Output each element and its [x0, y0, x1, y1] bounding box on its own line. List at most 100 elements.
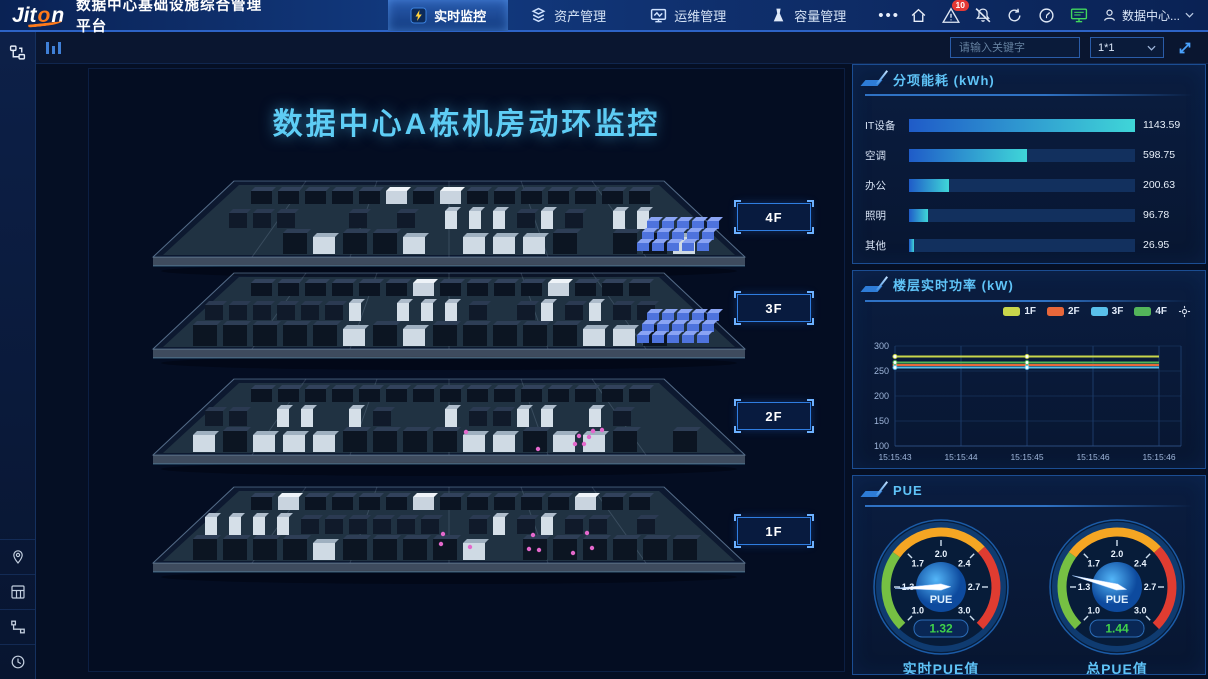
main-nav: 实时监控 资产管理 运维管理 容量管理 •••: [388, 0, 910, 31]
svg-text:15:15:44: 15:15:44: [944, 452, 977, 462]
bar-label: IT设备: [865, 118, 907, 133]
tab-label: 资产管理: [554, 6, 606, 25]
chart-toolbox-icon[interactable]: [1178, 305, 1191, 318]
alarm-badge: 10: [952, 0, 969, 11]
tab-ops-mgmt[interactable]: 运维管理: [628, 0, 748, 31]
refresh-icon[interactable]: [1006, 6, 1024, 24]
alarm-icon[interactable]: 10: [942, 6, 960, 24]
svg-text:1.0: 1.0: [911, 606, 924, 616]
tab-asset-mgmt[interactable]: 资产管理: [508, 0, 628, 31]
gauge-dial: 1.0 1.3 1.7 2.0 2.4 2.7 3.0 PUE 1.44: [1042, 511, 1192, 661]
tab-realtime-monitor[interactable]: 实时监控: [388, 0, 508, 31]
brand-logo: Jiton: [12, 5, 62, 26]
svg-text:250: 250: [874, 366, 889, 376]
columns-icon[interactable]: [46, 42, 61, 54]
left-rail: [0, 32, 36, 679]
energy-bar-row: 照明 96.78: [865, 200, 1193, 230]
svg-text:2.0: 2.0: [1111, 549, 1124, 559]
history-icon[interactable]: [0, 644, 35, 679]
layers-icon: [530, 7, 547, 24]
bar-label: 空调: [865, 148, 907, 163]
panel-rule: [865, 300, 1193, 302]
bell-muted-icon[interactable]: [974, 6, 992, 24]
floor-3d-1f: [139, 475, 759, 587]
bar-fill: [909, 119, 1135, 132]
legend-item-3f[interactable]: 3F: [1091, 306, 1124, 317]
svg-text:15:15:46: 15:15:46: [1076, 452, 1109, 462]
floor-3d-2f: [139, 367, 759, 479]
bar-fill: [909, 209, 928, 222]
svg-text:15:15:45: 15:15:45: [1010, 452, 1043, 462]
user-menu[interactable]: 数据中心...: [1102, 7, 1194, 24]
energy-bar-row: IT设备 1143.59: [865, 110, 1193, 140]
legend-swatch: [1134, 307, 1151, 316]
tab-more[interactable]: •••: [868, 7, 910, 24]
bar-label: 办公: [865, 178, 907, 193]
gauge-caption: 总PUE值: [1086, 659, 1148, 675]
app-title: 数据中心基础设施综合管理平台: [76, 0, 268, 36]
svg-text:1.0: 1.0: [1087, 606, 1100, 616]
svg-text:2.0: 2.0: [935, 549, 948, 559]
legend-label: 4F: [1155, 306, 1167, 317]
grid-icon[interactable]: [0, 574, 35, 609]
svg-text:2.7: 2.7: [968, 582, 981, 592]
ops-monitor-icon: [650, 7, 667, 24]
floor-button-1f[interactable]: 1F: [737, 517, 811, 545]
search-input[interactable]: [950, 37, 1080, 58]
svg-text:100: 100: [874, 441, 889, 451]
energy-bar-row: 其他 26.95: [865, 230, 1193, 260]
bar-value: 598.75: [1143, 149, 1193, 161]
bar-value: 96.78: [1143, 209, 1193, 221]
svg-text:200: 200: [874, 391, 889, 401]
bar-fill: [909, 179, 949, 192]
layout-select-value: 1*1: [1098, 42, 1115, 54]
bar-fill: [909, 149, 1027, 162]
chart-legend: 1F 2F 3F 4F: [1003, 305, 1191, 318]
panel-pue: PUE 1.0 1.3 1.7 2.0 2.4 2.7 3.0 PUE 1.32: [852, 475, 1206, 675]
panel-slash-icon: [876, 482, 888, 497]
pue-gauge: 1.0 1.3 1.7 2.0 2.4 2.7 3.0 PUE 1.32 实时P…: [866, 511, 1016, 675]
bar-value: 200.63: [1143, 179, 1193, 191]
legend-item-2f[interactable]: 2F: [1047, 306, 1080, 317]
bar-label: 其他: [865, 238, 907, 253]
panel-pue-header: PUE: [853, 476, 1205, 504]
tree-icon[interactable]: [9, 44, 26, 61]
flask-icon: [770, 7, 787, 24]
bar-track: [909, 209, 1135, 222]
floor-button-4f[interactable]: 4F: [737, 203, 811, 231]
app-header: Jiton 数据中心基础设施综合管理平台 实时监控 资产管理 运维管理 容量管理…: [0, 0, 1208, 32]
svg-text:1.44: 1.44: [1105, 622, 1129, 636]
flow-icon[interactable]: [0, 609, 35, 644]
legend-swatch: [1003, 307, 1020, 316]
fullscreen-icon[interactable]: [1174, 37, 1196, 59]
location-icon[interactable]: [0, 539, 35, 574]
svg-text:3.0: 3.0: [1134, 606, 1147, 616]
tab-label: 运维管理: [674, 6, 726, 25]
legend-item-4f[interactable]: 4F: [1134, 306, 1167, 317]
legend-item-1f[interactable]: 1F: [1003, 306, 1036, 317]
floor-button-3f[interactable]: 3F: [737, 294, 811, 322]
panel-slash-icon: [876, 70, 888, 85]
svg-text:PUE: PUE: [930, 594, 953, 606]
bar-value: 1143.59: [1143, 119, 1193, 131]
building-3d-view: 数据中心A栋机房动环监控: [88, 68, 845, 672]
panel-title: PUE: [893, 483, 923, 498]
home-icon[interactable]: [910, 6, 928, 24]
floor-3d-3f: [139, 261, 759, 373]
monitor-icon[interactable]: [1070, 6, 1088, 24]
bar-track: [909, 119, 1135, 132]
svg-text:2.4: 2.4: [958, 559, 971, 569]
svg-text:15:15:46: 15:15:46: [1142, 452, 1175, 462]
tab-capacity-mgmt[interactable]: 容量管理: [748, 0, 868, 31]
dashboard-icon[interactable]: [1038, 6, 1056, 24]
panel-title: 分项能耗 (kWh): [893, 70, 995, 89]
panel-title: 楼层实时功率 (kW): [893, 275, 1014, 294]
lightning-icon: [410, 7, 427, 24]
floor-button-2f[interactable]: 2F: [737, 402, 811, 430]
user-label: 数据中心...: [1122, 7, 1180, 24]
svg-text:2.7: 2.7: [1144, 582, 1157, 592]
bar-track: [909, 239, 1135, 252]
tab-label: 实时监控: [434, 6, 486, 25]
chevron-down-icon: [1147, 45, 1156, 51]
layout-select[interactable]: 1*1: [1090, 37, 1164, 58]
